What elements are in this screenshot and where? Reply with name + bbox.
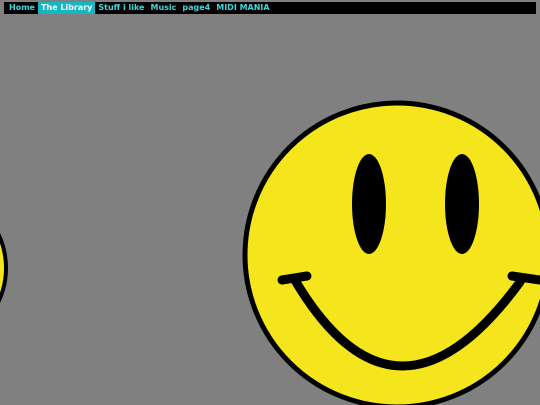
smiley-image <box>0 100 540 405</box>
top-nav-bar: Home The Library Stuff i like Music page… <box>4 2 536 14</box>
nav-item-music[interactable]: Music <box>147 2 179 14</box>
smiley-face-icon <box>242 100 540 405</box>
nav-item-page4[interactable]: page4 <box>179 2 213 14</box>
page: Home The Library Stuff i like Music page… <box>0 0 540 405</box>
nav-item-stuff-i-like[interactable]: Stuff i like <box>95 2 147 14</box>
nav-item-home[interactable]: Home <box>6 2 38 14</box>
right-eye <box>445 154 479 254</box>
left-smiley-fragment <box>0 233 8 303</box>
nav-item-the-library[interactable]: The Library <box>37 2 96 14</box>
nav-item-midi-mania[interactable]: MIDI MANIA <box>213 2 272 14</box>
left-eye <box>352 154 386 254</box>
